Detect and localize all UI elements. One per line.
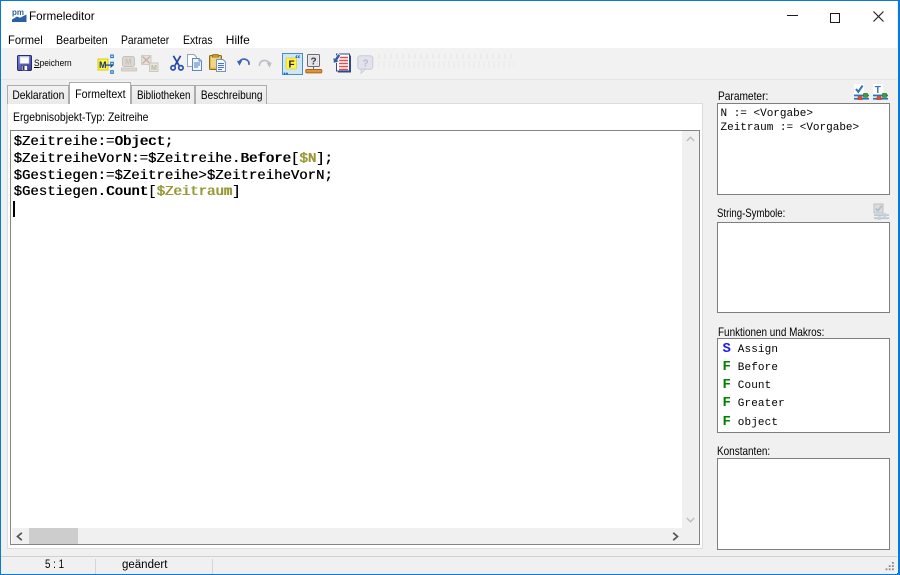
svg-text:F: F <box>289 60 295 71</box>
svg-text:“: “ <box>295 53 301 65</box>
svg-text:„: „ <box>283 65 289 75</box>
svg-text:T: T <box>875 85 881 96</box>
svg-text:M: M <box>99 60 107 70</box>
svg-text:M: M <box>125 58 132 67</box>
svg-text:?: ? <box>363 59 369 70</box>
svg-text:pm: pm <box>12 8 24 17</box>
svg-text:M: M <box>151 65 157 72</box>
svg-text:?: ? <box>311 57 317 68</box>
